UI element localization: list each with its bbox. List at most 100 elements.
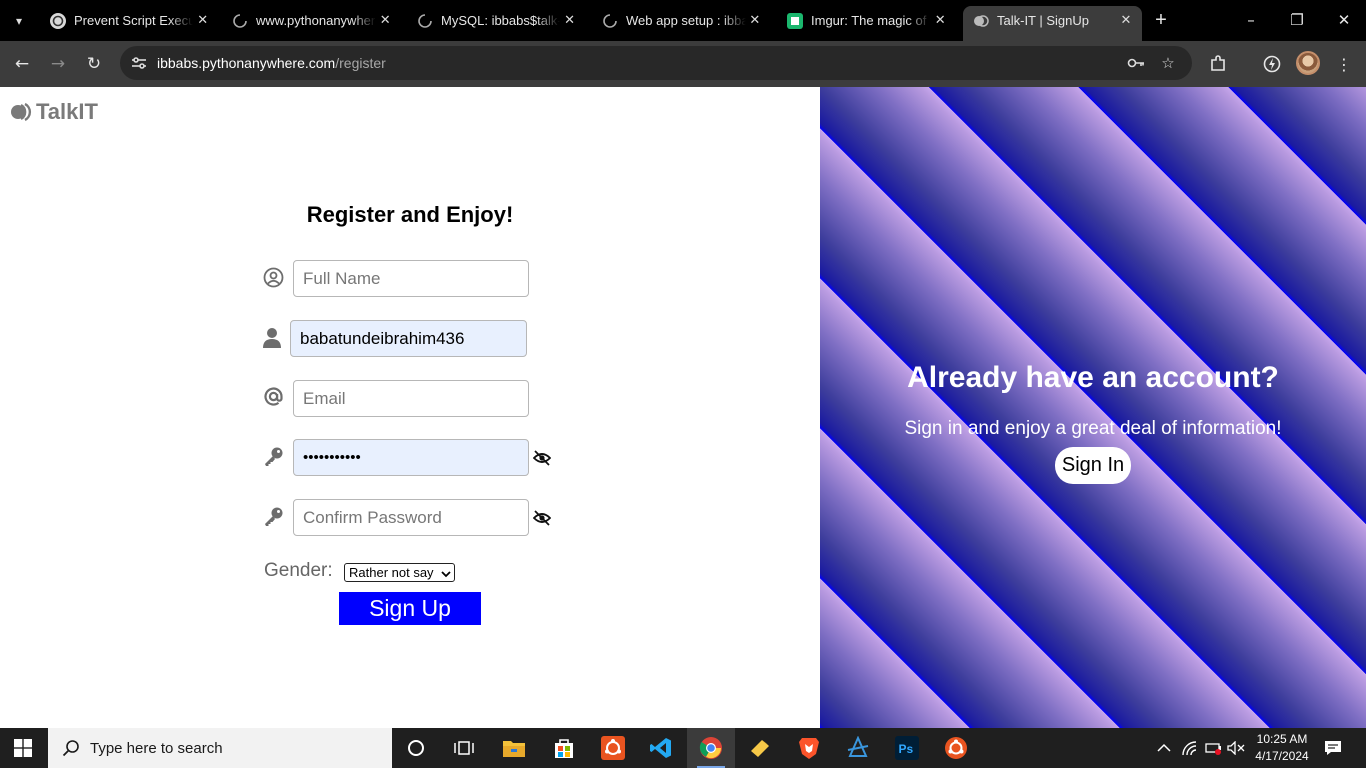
restore-icon[interactable]: ❐ [1285, 8, 1309, 32]
tab-title: www.pythonanywhere.c [256, 13, 376, 28]
loading-spinner-icon [602, 13, 618, 29]
email-input[interactable]: Email [293, 380, 529, 417]
windows-taskbar: Type here to search Ps 10:25 AM 4/17/202… [0, 728, 1366, 768]
full-name-input[interactable]: Full Name [293, 260, 529, 297]
task-view-icon[interactable] [450, 734, 478, 762]
password-key-icon[interactable] [1126, 53, 1146, 73]
eye-slash-icon[interactable] [532, 448, 552, 468]
taskbar-search-box[interactable]: Type here to search [48, 728, 392, 768]
register-panel: TalkIT Register and Enjoy! Full Name bab… [0, 87, 820, 728]
tab-title: Prevent Script Executi [74, 13, 194, 28]
new-tab-plus-icon[interactable]: + [1150, 9, 1172, 31]
sign-in-button[interactable]: Sign In [1055, 447, 1131, 484]
talkit-logo[interactable]: TalkIT [10, 99, 98, 125]
sign-up-button[interactable]: Sign Up [339, 592, 481, 625]
address-bar[interactable]: ibbabs.pythonanywhere.com/register ☆ [120, 46, 1192, 80]
tab-title: Talk-IT | SignUp [997, 13, 1090, 28]
url-path: /register [335, 55, 386, 71]
chatgpt-icon [50, 12, 66, 29]
password-value: ••••••••••• [303, 449, 361, 466]
reload-icon[interactable]: ↻ [81, 51, 107, 77]
microsoft-store-icon[interactable] [550, 734, 578, 762]
form-title: Register and Enjoy! [306, 202, 514, 227]
wifi-icon[interactable] [1180, 738, 1200, 758]
clock-date: 4/17/2024 [1255, 749, 1309, 763]
battery-warning-icon[interactable] [1204, 738, 1224, 758]
performance-icon[interactable] [1260, 52, 1284, 76]
username-input[interactable]: babatundeibrahim436 [290, 320, 527, 357]
search-placeholder: Type here to search [90, 739, 223, 757]
extensions-puzzle-icon[interactable] [1206, 52, 1230, 76]
eye-slash-icon[interactable] [532, 508, 552, 528]
email-placeholder: Email [303, 388, 346, 408]
azure-data-studio-icon[interactable] [844, 734, 872, 762]
loading-spinner-icon [232, 13, 248, 29]
close-tab-icon[interactable]: ✕ [193, 11, 212, 31]
gender-selected-value: Rather not say [349, 565, 434, 580]
close-tab-icon[interactable]: ✕ [746, 11, 764, 31]
promo-title: Already have an account? [907, 361, 1279, 394]
tab-pythonanywhere[interactable]: www.pythonanywhere.c ✕ [222, 6, 400, 35]
back-arrow-icon[interactable]: ← [9, 51, 35, 77]
windows-start-icon[interactable] [14, 739, 32, 757]
confirm-password-placeholder: Confirm Password [303, 507, 442, 527]
full-name-placeholder: Full Name [303, 268, 381, 288]
close-tab-icon[interactable]: ✕ [931, 11, 949, 31]
tab-title: Web app setup : ibbab [626, 13, 746, 28]
tab-mysql[interactable]: MySQL: ibbabs$talk-it ✕ [407, 6, 585, 35]
vscode-icon[interactable] [647, 734, 675, 762]
chevron-down-icon [441, 567, 451, 578]
taskbar-clock[interactable]: 10:25 AM 4/17/2024 [1248, 731, 1316, 765]
cortana-icon[interactable] [402, 734, 430, 762]
imgur-icon [787, 12, 803, 29]
tab-talkit-signup[interactable]: Talk-IT | SignUp ✕ [963, 6, 1142, 41]
show-hidden-icons-chevron-icon[interactable] [1154, 738, 1174, 758]
sign-in-promo-panel: Already have an account? Sign in and enj… [820, 87, 1366, 728]
file-explorer-icon[interactable] [500, 734, 528, 762]
more-menu-icon[interactable]: ⋮ [1332, 52, 1356, 76]
tab-search-chevron-icon[interactable]: ▾ [8, 10, 30, 32]
key-icon [262, 445, 284, 467]
browser-toolbar: ← → ↻ ibbabs.pythonanywhere.com/register… [0, 41, 1366, 87]
photoshop-icon[interactable]: Ps [893, 734, 921, 762]
close-tab-icon[interactable]: ✕ [560, 11, 579, 31]
window-close-icon[interactable]: ✕ [1332, 8, 1356, 32]
tab-imgur[interactable]: Imgur: The magic of the ✕ [777, 6, 955, 35]
key-icon [262, 505, 284, 527]
bookmark-star-icon[interactable]: ☆ [1158, 53, 1178, 73]
loading-spinner-icon [417, 13, 433, 29]
user-circle-icon [262, 266, 284, 288]
volume-muted-icon[interactable] [1226, 738, 1246, 758]
url-host: ibbabs.pythonanywhere.com [157, 55, 336, 71]
minimize-icon[interactable]: – [1239, 8, 1263, 32]
user-icon [261, 326, 283, 348]
forward-arrow-icon[interactable]: → [45, 51, 71, 77]
page-content: TalkIT Register and Enjoy! Full Name bab… [0, 87, 1366, 728]
username-value: babatundeibrahim436 [300, 328, 465, 348]
gender-label: Gender: [264, 560, 333, 581]
ubuntu-app-icon[interactable] [599, 734, 627, 762]
notifications-icon[interactable] [1323, 738, 1343, 758]
tab-web-app-setup[interactable]: Web app setup : ibbab ✕ [592, 6, 770, 35]
tab-title: Imgur: The magic of the [811, 13, 931, 28]
promo-subtitle: Sign in and enjoy a great deal of inform… [904, 418, 1282, 439]
at-sign-icon [262, 385, 284, 407]
confirm-password-input[interactable]: Confirm Password [293, 499, 529, 536]
password-input[interactable]: ••••••••••• [293, 439, 529, 476]
url-text[interactable]: ibbabs.pythonanywhere.com/register [157, 55, 386, 71]
logo-text: TalkIT [36, 99, 98, 124]
search-icon [62, 739, 80, 757]
close-tab-icon[interactable]: ✕ [376, 11, 394, 31]
close-tab-icon[interactable]: ✕ [1116, 11, 1136, 31]
svg-text:Ps: Ps [899, 742, 914, 756]
talkit-favicon-icon [973, 13, 989, 29]
clock-time: 10:25 AM [1256, 732, 1308, 746]
site-settings-icon[interactable] [130, 54, 148, 72]
gender-select[interactable]: Rather not say [344, 563, 455, 582]
chrome-taskbar-icon[interactable] [687, 728, 735, 768]
tab-prevent-script[interactable]: Prevent Script Executi ✕ [40, 6, 218, 35]
sticky-notes-icon[interactable] [746, 734, 774, 762]
profile-avatar[interactable] [1296, 51, 1320, 75]
ubuntu-logo-icon[interactable] [942, 734, 970, 762]
brave-browser-icon[interactable] [795, 734, 823, 762]
